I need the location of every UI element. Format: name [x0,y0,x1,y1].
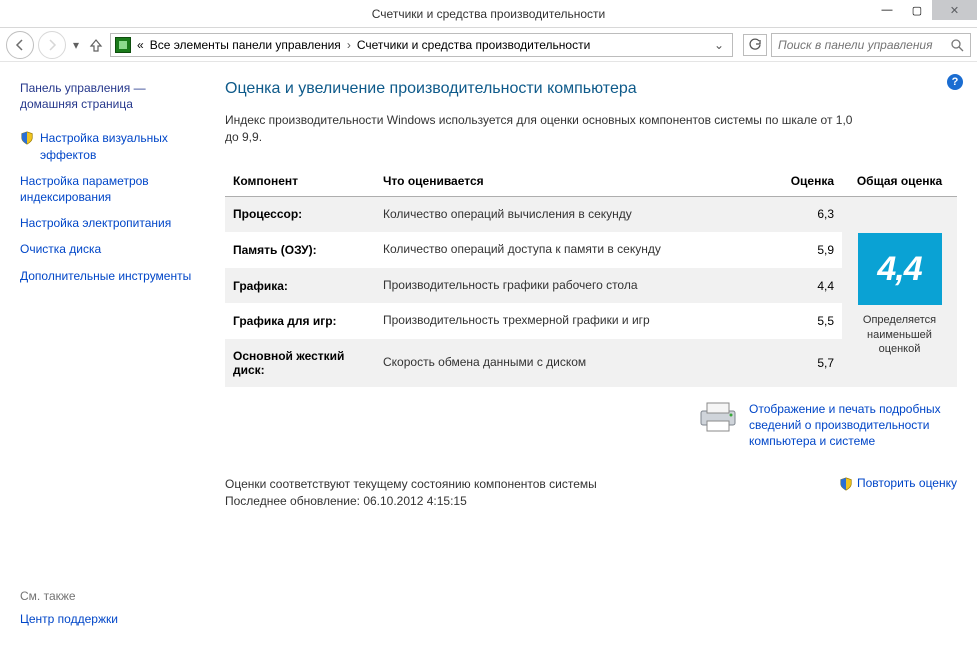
window-controls: — ▢ ✕ [872,0,977,20]
shield-icon [839,477,853,491]
sidebar-link-visual-effects[interactable]: Настройка визуальных эффектов [40,130,205,162]
see-also-action-center[interactable]: Центр поддержки [20,611,205,627]
breadcrumb-separator: › [347,38,351,52]
cell-desc: Производительность трехмерной графики и … [375,303,782,339]
shield-icon [20,131,34,145]
intro-text: Индекс производительности Windows исполь… [225,112,865,146]
rerun-label: Повторить оценку [857,476,957,490]
cell-component: Процессор: [225,196,375,232]
base-score-value: 4,4 [858,233,942,305]
rerun-assessment-link[interactable]: Повторить оценку [839,476,957,491]
details-print-link[interactable]: Отображение и печать подробных сведений … [749,401,957,450]
sidebar-link-indexing[interactable]: Настройка параметров индексирования [20,173,205,205]
address-dropdown[interactable]: ⌄ [710,38,728,52]
cell-score: 4,4 [782,268,842,304]
cell-score: 5,9 [782,232,842,268]
refresh-button[interactable] [743,34,767,56]
sidebar-home-link[interactable]: Панель управления — домашняя страница [20,80,205,112]
forward-button[interactable] [38,31,66,59]
window-titlebar: Счетчики и средства производительности —… [0,0,977,28]
search-box[interactable] [771,33,971,57]
base-score-cell: 4,4 Определяется наименьшей оценкой [842,196,957,387]
back-button[interactable] [6,31,34,59]
cell-desc: Производительность графики рабочего стол… [375,268,782,304]
breadcrumb-seg-2[interactable]: Счетчики и средства производительности [357,38,590,52]
close-button[interactable]: ✕ [932,0,977,20]
window-title: Счетчики и средства производительности [372,7,605,21]
cell-desc: Количество операций вычисления в секунду [375,196,782,232]
history-dropdown[interactable]: ▾ [70,38,82,52]
breadcrumb-seg-1[interactable]: Все элементы панели управления [150,38,341,52]
score-table: Компонент Что оценивается Оценка Общая о… [225,168,957,387]
printer-icon [697,401,739,433]
navigation-bar: ▾ « Все элементы панели управления › Сче… [0,28,977,62]
footer-status: Оценки соответствуют текущему состоянию … [225,476,597,511]
page-heading: Оценка и увеличение производительности к… [225,80,957,98]
cell-component: Графика для игр: [225,303,375,339]
base-score-note: Определяется наименьшей оценкой [850,313,949,356]
col-base: Общая оценка [842,168,957,197]
sidebar: Панель управления — домашняя страница На… [0,62,215,647]
cell-desc: Количество операций доступа к памяти в с… [375,232,782,268]
minimize-button[interactable]: — [872,0,902,20]
cell-score: 5,7 [782,339,842,387]
cell-component: Основной жесткий диск: [225,339,375,387]
search-input[interactable] [778,38,938,52]
main-panel: ? Оценка и увеличение производительности… [215,62,977,647]
footer-line-1: Оценки соответствуют текущему состоянию … [225,476,597,493]
cell-score: 6,3 [782,196,842,232]
search-icon [950,38,964,52]
col-what: Что оценивается [375,168,782,197]
col-component: Компонент [225,168,375,197]
sidebar-link-disk-cleanup[interactable]: Очистка диска [20,241,205,257]
content-area: Панель управления — домашняя страница На… [0,62,977,647]
breadcrumb-prefix: « [137,38,144,52]
address-bar[interactable]: « Все элементы панели управления › Счетч… [110,33,733,57]
help-icon[interactable]: ? [947,74,963,90]
actions-area: Отображение и печать подробных сведений … [225,401,957,450]
see-also-label: См. также [20,589,205,603]
cell-component: Память (ОЗУ): [225,232,375,268]
footer-line-2: Последнее обновление: 06.10.2012 4:15:15 [225,493,597,510]
maximize-button[interactable]: ▢ [902,0,932,20]
col-score: Оценка [782,168,842,197]
cell-score: 5,5 [782,303,842,339]
up-button[interactable] [86,35,106,55]
sidebar-link-power[interactable]: Настройка электропитания [20,215,205,231]
sidebar-link-tools[interactable]: Дополнительные инструменты [20,268,205,284]
cell-desc: Скорость обмена данными с диском [375,339,782,387]
footer-area: Оценки соответствуют текущему состоянию … [225,476,957,511]
control-panel-icon [115,37,131,53]
cell-component: Графика: [225,268,375,304]
table-row: Процессор: Количество операций вычислени… [225,196,957,232]
